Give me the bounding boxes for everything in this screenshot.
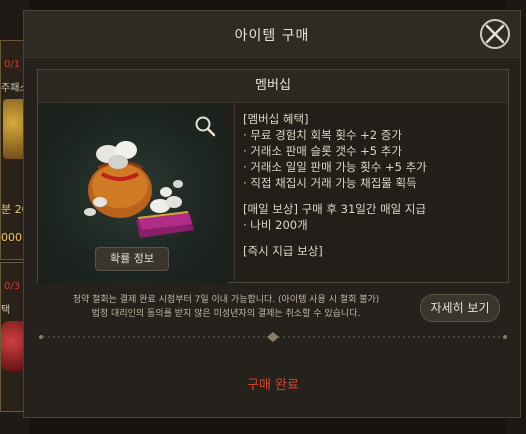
detail-line: · 거래소 일일 판매 가능 횟수 +5 추가 <box>243 160 427 174</box>
item-image-area: 확률 정보 <box>38 103 228 283</box>
refund-notice: 청약 철회는 결제 완료 시점부터 7일 이내 가능합니다. (아이템 사용 시… <box>56 293 396 321</box>
membership-item-icon <box>84 141 194 238</box>
detail-line: [멤버십 혜택] <box>243 112 309 126</box>
detail-spacer <box>243 191 497 201</box>
dialog-footer: 구매 완료 <box>24 355 520 417</box>
detail-line: [매일 보상] 구매 후 31일간 매일 지급 <box>243 202 427 216</box>
close-icon <box>485 24 505 44</box>
card-count: 0/3 <box>4 281 21 292</box>
detail-line: · 무료 경험치 회복 횟수 +2 증가 <box>243 128 402 142</box>
card-count: 0/1 <box>4 59 21 70</box>
purchase-complete-button[interactable]: 구매 완료 <box>224 373 322 399</box>
view-details-button[interactable]: 자세히 보기 <box>420 294 500 322</box>
item-panel: 멤버십 확률 정보 [멤버십 혜택] · 무료 경험치 회복 횟수 +2 증가 … <box>37 69 509 283</box>
ornamental-divider <box>39 332 507 342</box>
detail-line: · 거래소 판매 슬롯 갯수 +5 추가 <box>243 144 402 158</box>
notice-line: 법정 대리인의 동의를 받지 않은 미성년자의 결제는 취소할 수 있습니다. <box>91 309 361 319</box>
detail-line: · 직접 채집시 거래 가능 채집물 획득 <box>243 176 417 190</box>
dialog-title: 아이템 구매 <box>234 28 310 44</box>
item-details: [멤버십 혜택] · 무료 경험치 회복 횟수 +2 증가 · 거래소 판매 슬롯 … <box>234 103 505 283</box>
item-name: 멤버십 <box>38 70 508 103</box>
close-button[interactable] <box>480 19 510 49</box>
card-price: 000 <box>1 231 22 244</box>
detail-line: · 나비 200개 <box>243 218 308 232</box>
notice-line: 청약 철회는 결제 완료 시점부터 7일 이내 가능합니다. (아이템 사용 시… <box>72 295 380 305</box>
detail-line: [즉시 지급 보상] <box>243 244 323 258</box>
probability-info-button[interactable]: 확률 정보 <box>95 247 169 271</box>
detail-spacer <box>243 233 497 243</box>
dialog-header: 아이템 구매 <box>24 11 520 58</box>
purchase-dialog: 아이템 구매 멤버십 확률 정보 [멤버십 혜택] · 무료 경험치 회복 횟수… <box>23 10 521 418</box>
